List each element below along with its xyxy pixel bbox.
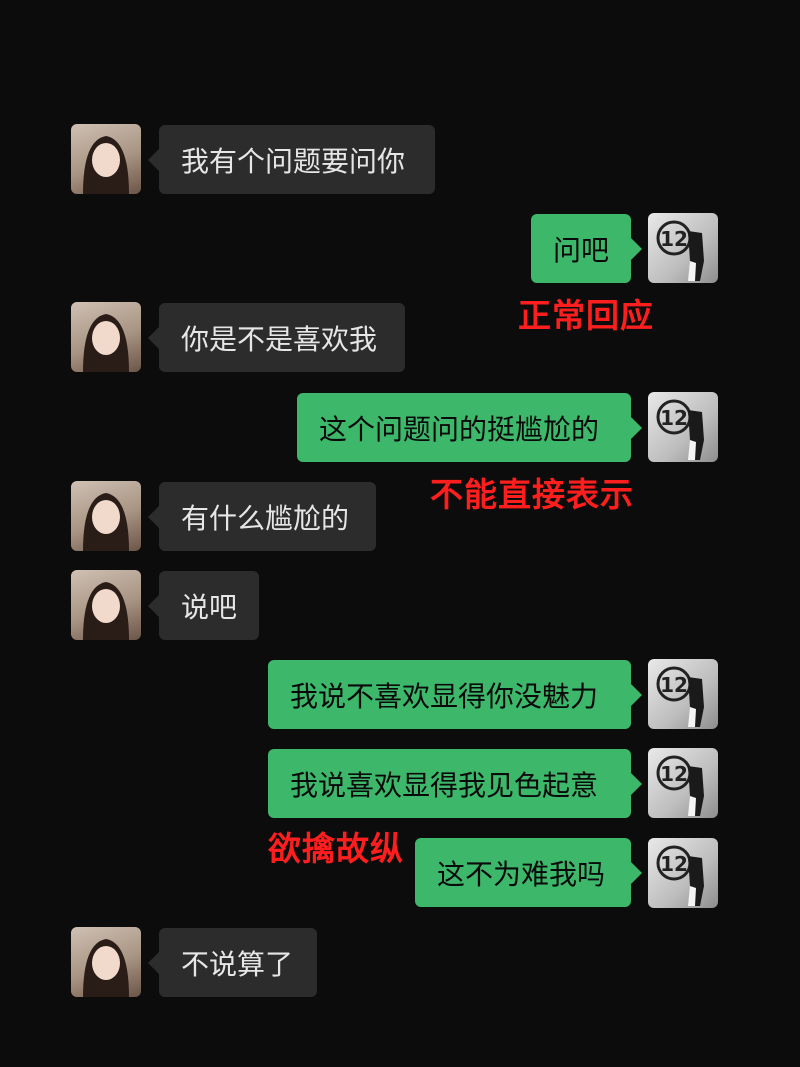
male-avatar[interactable]: 12 bbox=[648, 392, 718, 462]
outgoing-message[interactable]: 这不为难我吗 bbox=[415, 838, 642, 907]
message-text: 不说算了 bbox=[181, 947, 294, 981]
chat-area: 我有个问题要问你 问吧 12 正常回应 你是不是喜欢我 这个问题问的挺尴尬的 1… bbox=[0, 0, 800, 1067]
badge-number: 12 bbox=[660, 852, 688, 876]
message-text: 我说不喜欢显得你没魅力 bbox=[290, 679, 599, 713]
male-avatar[interactable]: 12 bbox=[648, 213, 718, 283]
message-text: 我有个问题要问你 bbox=[181, 144, 406, 178]
female-avatar[interactable] bbox=[71, 302, 141, 372]
incoming-message[interactable]: 有什么尴尬的 bbox=[148, 482, 376, 551]
message-text: 有什么尴尬的 bbox=[181, 501, 350, 535]
message-text: 我说喜欢显得我见色起意 bbox=[290, 768, 599, 802]
message-text: 你是不是喜欢我 bbox=[181, 322, 378, 356]
message-text: 这不为难我吗 bbox=[437, 857, 606, 891]
incoming-message[interactable]: 你是不是喜欢我 bbox=[148, 303, 405, 372]
badge-number: 12 bbox=[660, 227, 688, 251]
female-avatar[interactable] bbox=[71, 124, 141, 194]
male-avatar[interactable]: 12 bbox=[648, 838, 718, 908]
incoming-message[interactable]: 我有个问题要问你 bbox=[148, 125, 435, 194]
female-avatar[interactable] bbox=[71, 481, 141, 551]
female-avatar[interactable] bbox=[71, 570, 141, 640]
female-avatar[interactable] bbox=[71, 927, 141, 997]
annotation-normal-reply: 正常回应 bbox=[518, 296, 654, 335]
annotation-cannot-express: 不能直接表示 bbox=[430, 475, 634, 514]
message-text: 说吧 bbox=[181, 590, 238, 624]
outgoing-message[interactable]: 我说喜欢显得我见色起意 bbox=[268, 749, 642, 818]
badge-number: 12 bbox=[660, 762, 688, 786]
outgoing-message[interactable]: 问吧 bbox=[531, 214, 642, 283]
annotation-play-hard-to-get: 欲擒故纵 bbox=[268, 829, 404, 868]
badge-number: 12 bbox=[660, 673, 688, 697]
outgoing-message[interactable]: 这个问题问的挺尴尬的 bbox=[297, 393, 642, 462]
outgoing-message[interactable]: 我说不喜欢显得你没魅力 bbox=[268, 660, 642, 729]
incoming-message[interactable]: 说吧 bbox=[148, 571, 259, 640]
badge-number: 12 bbox=[660, 406, 688, 430]
male-avatar[interactable]: 12 bbox=[648, 659, 718, 729]
message-text: 问吧 bbox=[553, 233, 610, 267]
incoming-message[interactable]: 不说算了 bbox=[148, 928, 317, 997]
message-text: 这个问题问的挺尴尬的 bbox=[319, 412, 600, 446]
male-avatar[interactable]: 12 bbox=[648, 748, 718, 818]
